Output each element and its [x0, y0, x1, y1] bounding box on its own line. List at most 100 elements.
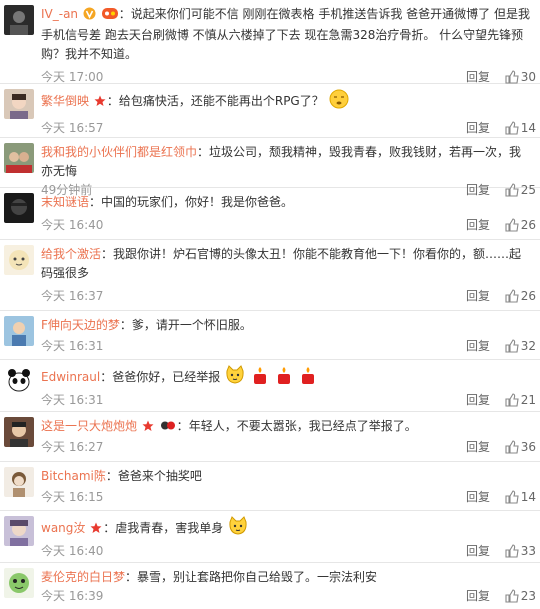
like-count: 36 — [520, 440, 536, 454]
avatar[interactable] — [4, 467, 34, 497]
avatar[interactable] — [4, 568, 34, 598]
like-count: 32 — [520, 339, 536, 353]
comment-text: 爸爸来个抽奖吧 — [117, 469, 202, 483]
emoji-candle-icon — [251, 365, 269, 391]
comment-item: 繁华倒映 ：给包痛快活，还能不能再出个RPG了？ 今天 16:57 回复 14 — [0, 84, 540, 138]
avatar[interactable] — [4, 516, 34, 546]
comment-text: 给包痛快活，还能不能再出个RPG了？ — [118, 94, 324, 108]
like-button[interactable]: 32 — [505, 337, 536, 355]
comment-item: 我和我的小伙伴们都是红领巾：垃圾公司，颓我精神，毁我青春，败我钱财，若再一次，我… — [0, 138, 540, 197]
like-count: 30 — [520, 70, 536, 84]
comment-text: 年轻人，不要太嚣张，我已经点了举报了。 — [188, 419, 417, 433]
reply-button[interactable]: 回复 — [466, 587, 490, 605]
username[interactable]: Edwinraul — [41, 370, 100, 384]
username[interactable]: 繁华倒映 — [41, 94, 89, 108]
avatar[interactable] — [4, 417, 34, 447]
emoji-candle-icon — [275, 365, 293, 391]
like-count: 26 — [520, 289, 536, 303]
emoji-sleepy-icon — [329, 89, 349, 115]
thumbs-up-icon — [505, 70, 519, 84]
emoji-cat-icon — [225, 365, 245, 391]
like-count: 21 — [520, 393, 536, 407]
comment-item: Bitchami陈：爸爸来个抽奖吧 今天 16:15 回复 14 — [0, 462, 540, 511]
comment-time: 今天 17:00 — [41, 70, 104, 84]
reply-button[interactable]: 回复 — [466, 488, 490, 506]
comment-time: 今天 16:31 — [41, 393, 104, 407]
username[interactable]: wang汝 — [41, 521, 85, 535]
reply-button[interactable]: 回复 — [466, 542, 490, 560]
thumbs-up-icon — [505, 440, 519, 454]
username[interactable]: IV_-an — [41, 7, 78, 21]
comment-item: wang汝 ：虐我青春，害我单身 今天 16:40 回复 33 — [0, 511, 540, 563]
comment-text: 暴雪，别让套路把你自己给毁了。一宗法利安 — [137, 570, 378, 584]
comment-text: 爹，请开一个怀旧服。 — [131, 318, 252, 332]
like-count: 14 — [520, 490, 536, 504]
thumbs-up-icon — [505, 490, 519, 504]
comment-item: F伸向天边的梦：爹，请开一个怀旧服。 今天 16:31 回复 32 — [0, 311, 540, 360]
avatar[interactable] — [4, 365, 34, 395]
thumbs-up-icon — [505, 289, 519, 303]
emoji-cat-icon — [228, 516, 248, 542]
avatar[interactable] — [4, 5, 34, 35]
comment-text: 我跟你讲！炉石官博的头像太丑！你能不能教育他一下！你看你的，额……起码强很多 — [41, 247, 522, 280]
like-count: 33 — [520, 544, 536, 558]
member-badge-icon — [101, 7, 118, 26]
like-button[interactable]: 33 — [505, 542, 536, 560]
star-icon — [90, 521, 102, 540]
reply-button[interactable]: 回复 — [466, 287, 490, 305]
avatar[interactable] — [4, 89, 34, 119]
username[interactable]: 我和我的小伙伴们都是红领巾 — [41, 145, 197, 159]
username[interactable]: Bitchami陈 — [41, 469, 106, 483]
comment-text: 爸爸你好，已经举报 — [112, 370, 221, 384]
comment-text: 虐我青春，害我单身 — [115, 521, 224, 535]
reply-button[interactable]: 回复 — [466, 438, 490, 456]
thumbs-up-icon — [505, 544, 519, 558]
comment-item: 给我个激活：我跟你讲！炉石官博的头像太丑！你能不能教育他一下！你看你的，额……起… — [0, 240, 540, 311]
thumbs-up-icon — [505, 121, 519, 135]
emoji-candle-icon — [299, 365, 317, 391]
comment-time: 今天 16:37 — [41, 289, 104, 303]
comment-time: 今天 16:27 — [41, 440, 104, 454]
comment-time: 今天 16:40 — [41, 218, 104, 232]
comment-text: 中国的玩家们，你好！我是你爸爸。 — [101, 195, 294, 209]
comment-item: IV_-an ：说起来你们可能不信 刚刚在微表格 手机推送告诉我 爸爸开通微博了… — [0, 0, 540, 84]
comment-time: 今天 16:31 — [41, 339, 104, 353]
comment-item: 麦伦克的白日梦：暴雪，别让套路把你自己给毁了。一宗法利安 今天 16:39 回复… — [0, 563, 540, 609]
comment-list: IV_-an ：说起来你们可能不信 刚刚在微表格 手机推送告诉我 爸爸开通微博了… — [0, 0, 540, 609]
comment-time: 今天 16:40 — [41, 544, 104, 558]
star-icon — [142, 419, 154, 438]
username[interactable]: F伸向天边的梦 — [41, 318, 120, 332]
avatar[interactable] — [4, 143, 34, 173]
comment-time: 今天 16:15 — [41, 490, 104, 504]
avatar[interactable] — [4, 245, 34, 275]
thumbs-up-icon — [505, 218, 519, 232]
star-icon — [94, 94, 106, 113]
reply-button[interactable]: 回复 — [466, 337, 490, 355]
member-badge-icon — [160, 419, 176, 438]
vip-v-icon — [83, 7, 96, 26]
avatar[interactable] — [4, 316, 34, 346]
like-count: 23 — [520, 589, 536, 603]
comment-time: 今天 16:39 — [41, 589, 104, 603]
reply-button[interactable]: 回复 — [466, 119, 490, 137]
like-button[interactable]: 23 — [505, 587, 536, 605]
like-button[interactable]: 26 — [505, 216, 536, 234]
like-button[interactable]: 14 — [505, 488, 536, 506]
username[interactable]: 给我个激活 — [41, 247, 101, 261]
username[interactable]: 这是一只大炮炮炮 — [41, 419, 137, 433]
like-count: 26 — [520, 218, 536, 232]
avatar[interactable] — [4, 193, 34, 223]
comment-item: Edwinraul：爸爸你好，已经举报 今天 16:31 回复 21 — [0, 360, 540, 412]
reply-button[interactable]: 回复 — [466, 391, 490, 409]
reply-button[interactable]: 回复 — [466, 216, 490, 234]
username[interactable]: 末知谜语 — [41, 195, 89, 209]
thumbs-up-icon — [505, 339, 519, 353]
like-button[interactable]: 36 — [505, 438, 536, 456]
like-button[interactable]: 26 — [505, 287, 536, 305]
like-button[interactable]: 21 — [505, 391, 536, 409]
like-button[interactable]: 14 — [505, 119, 536, 137]
comment-item: 这是一只大炮炮炮 ：年轻人，不要太嚣张，我已经点了举报了。 今天 16:27 回… — [0, 412, 540, 462]
thumbs-up-icon — [505, 589, 519, 603]
username[interactable]: 麦伦克的白日梦 — [41, 570, 125, 584]
comment-item: 末知谜语：中国的玩家们，你好！我是你爸爸。 今天 16:40 回复 26 — [0, 188, 540, 240]
